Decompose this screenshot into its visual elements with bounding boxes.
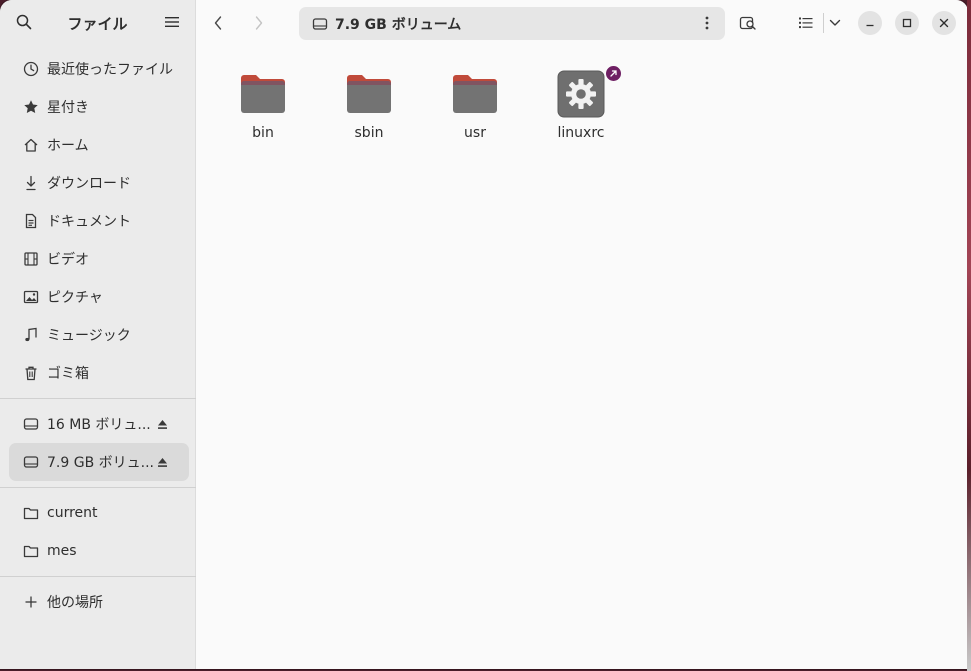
- folder-icon: [451, 70, 499, 118]
- file-grid: bin sbin usr linuxrc: [196, 46, 968, 669]
- picture-icon: [22, 288, 40, 306]
- folder-icon: [22, 542, 40, 560]
- sidebar-item-volume-7-9gb[interactable]: 7.9 GB ボリュ...: [9, 443, 189, 481]
- file-item-sbin[interactable]: sbin: [324, 46, 414, 141]
- sidebar-item-label: 他の場所: [47, 595, 103, 611]
- file-name: usr: [464, 125, 486, 141]
- video-icon: [22, 250, 40, 268]
- hamburger-menu-icon[interactable]: [162, 12, 182, 32]
- sidebar-separator: [0, 576, 198, 577]
- file-manager-window: ファイル 最近使ったファイル 星付き ホーム ダウンロード ドキュメント ビデオ…: [0, 0, 968, 669]
- sidebar-header: ファイル: [0, 0, 195, 44]
- sidebar-item-pictures[interactable]: ピクチャ: [9, 278, 189, 316]
- forward-button[interactable]: [247, 11, 271, 35]
- file-item-usr[interactable]: usr: [430, 46, 520, 141]
- sidebar-item-label: ピクチャ: [47, 290, 103, 306]
- sidebar-item-label: ホーム: [47, 138, 89, 154]
- symlink-arrow-icon: [606, 66, 621, 81]
- file-name: bin: [252, 125, 274, 141]
- current-path: 7.9 GB ボリューム: [335, 16, 462, 33]
- close-button[interactable]: [932, 11, 956, 35]
- maximize-icon: [902, 18, 912, 28]
- sidebar-item-documents[interactable]: ドキュメント: [9, 202, 189, 240]
- sidebar-item-bookmark-current[interactable]: current: [9, 494, 189, 532]
- home-icon: [22, 136, 40, 154]
- plus-icon: [22, 593, 40, 611]
- trash-icon: [22, 364, 40, 382]
- sidebar-item-videos[interactable]: ビデオ: [9, 240, 189, 278]
- desktop-background: [967, 0, 971, 671]
- sidebar-item-downloads[interactable]: ダウンロード: [9, 164, 189, 202]
- drive-icon: [22, 453, 40, 471]
- list-view-button[interactable]: [794, 11, 818, 35]
- file-name: sbin: [354, 125, 384, 141]
- path-bar[interactable]: 7.9 GB ボリューム: [299, 7, 725, 40]
- document-icon: [22, 212, 40, 230]
- sidebar-item-label: 星付き: [47, 100, 89, 116]
- sidebar-item-label: ドキュメント: [47, 214, 131, 230]
- file-item-bin[interactable]: bin: [218, 46, 308, 141]
- sidebar-item-starred[interactable]: 星付き: [9, 88, 189, 126]
- sidebar-item-label: 16 MB ボリュ...: [47, 417, 151, 433]
- download-icon: [22, 174, 40, 192]
- executable-gear-icon: [557, 66, 621, 118]
- sidebar-item-label: ミュージック: [47, 328, 131, 344]
- music-icon: [22, 326, 40, 344]
- folder-icon: [239, 70, 287, 118]
- list-view-icon: [799, 17, 813, 29]
- sidebar-nav: 最近使ったファイル 星付き ホーム ダウンロード ドキュメント ビデオ ピクチャ…: [0, 50, 198, 621]
- close-icon: [939, 18, 949, 28]
- sidebar-item-other-locations[interactable]: 他の場所: [9, 583, 189, 621]
- chevron-right-icon: [255, 16, 263, 30]
- eject-icon[interactable]: [155, 455, 169, 469]
- main-content: 7.9 GB ボリューム bin sbin usr linuxrc: [196, 0, 968, 669]
- chevron-down-icon: [829, 19, 841, 26]
- sidebar-item-label: ビデオ: [47, 252, 89, 268]
- sidebar-item-label: 7.9 GB ボリュ...: [47, 455, 154, 471]
- sidebar-item-label: 最近使ったファイル: [47, 62, 173, 78]
- chevron-left-icon: [214, 16, 222, 30]
- eject-icon[interactable]: [155, 417, 169, 431]
- sidebar-item-label: current: [47, 505, 98, 521]
- view-options-button[interactable]: [823, 11, 847, 35]
- sidebar-item-recent[interactable]: 最近使ったファイル: [9, 50, 189, 88]
- more-options-icon[interactable]: [699, 15, 715, 31]
- folder-icon: [345, 70, 393, 118]
- file-name: linuxrc: [557, 125, 605, 141]
- search-files-button[interactable]: [736, 11, 760, 35]
- drive-icon: [22, 415, 40, 433]
- sidebar-item-trash[interactable]: ゴミ箱: [9, 354, 189, 392]
- folder-search-icon: [739, 16, 756, 30]
- maximize-button[interactable]: [895, 11, 919, 35]
- sidebar-item-music[interactable]: ミュージック: [9, 316, 189, 354]
- drive-icon: [312, 15, 330, 33]
- sidebar-separator: [0, 487, 198, 488]
- sidebar-item-volume-16mb[interactable]: 16 MB ボリュ...: [9, 405, 189, 443]
- star-icon: [22, 98, 40, 116]
- minimize-button[interactable]: [858, 11, 882, 35]
- folder-icon: [22, 504, 40, 522]
- toolbar: 7.9 GB ボリューム: [196, 0, 968, 46]
- back-button[interactable]: [206, 11, 230, 35]
- sidebar-item-label: ゴミ箱: [47, 366, 89, 382]
- minimize-icon: [866, 24, 874, 27]
- sidebar-item-home[interactable]: ホーム: [9, 126, 189, 164]
- clock-icon: [22, 60, 40, 78]
- sidebar-item-label: mes: [47, 543, 77, 559]
- file-item-linuxrc[interactable]: linuxrc: [536, 46, 626, 141]
- sidebar-item-label: ダウンロード: [47, 176, 131, 192]
- sidebar: ファイル 最近使ったファイル 星付き ホーム ダウンロード ドキュメント ビデオ…: [0, 0, 198, 669]
- sidebar-item-bookmark-mes[interactable]: mes: [9, 532, 189, 570]
- sidebar-separator: [0, 398, 198, 399]
